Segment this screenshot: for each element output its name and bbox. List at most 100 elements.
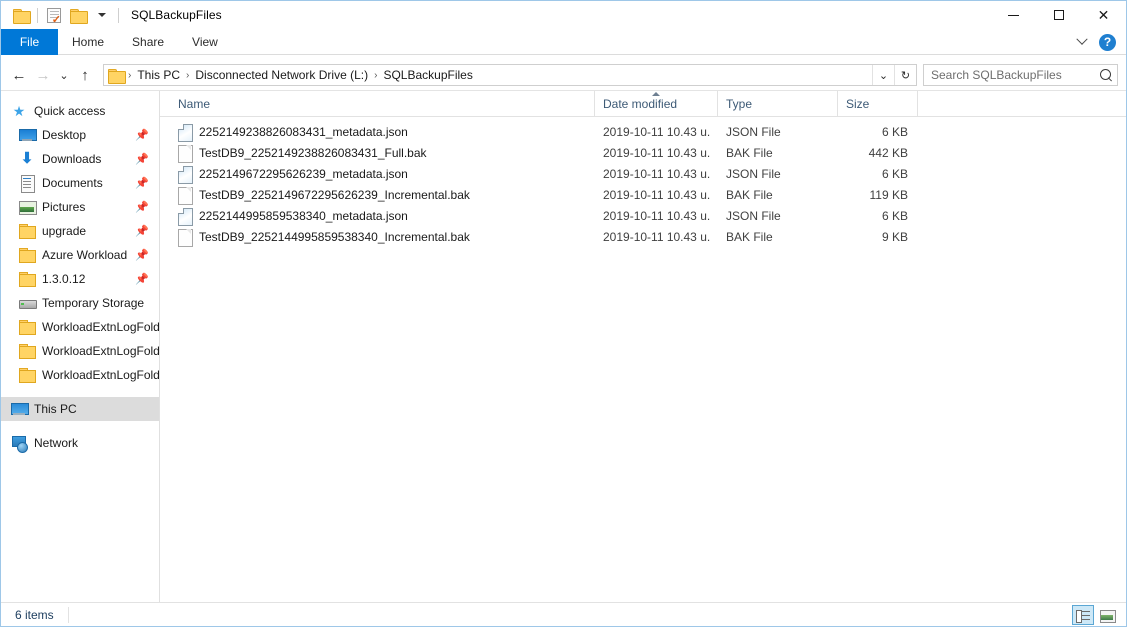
sidebar-item-azure-workload[interactable]: Azure Workload 📌 [1, 243, 159, 267]
sidebar-item-version[interactable]: 1.3.0.12 📌 [1, 267, 159, 291]
sidebar-item-workload-log-3[interactable]: WorkloadExtnLogFolder [1, 363, 159, 387]
maximize-button[interactable] [1036, 1, 1081, 29]
pin-icon[interactable]: 📌 [135, 129, 149, 142]
file-name: 2252149238826083431_metadata.json [199, 124, 408, 139]
sidebar-item-quick-access[interactable]: ★ Quick access [1, 99, 159, 123]
breadcrumb-separator-1[interactable]: › [184, 70, 191, 81]
star-icon: ★ [12, 103, 26, 119]
back-button[interactable]: ← [7, 63, 31, 87]
sidebar-label-temporary-storage: Temporary Storage [42, 296, 145, 310]
tab-home[interactable]: Home [58, 29, 118, 55]
sidebar-item-desktop[interactable]: Desktop 📌 [1, 123, 159, 147]
search-input[interactable] [931, 68, 1100, 82]
table-row[interactable]: 2252149672295626239_metadata.json 2019-1… [160, 163, 1126, 184]
details-view-button[interactable] [1072, 605, 1094, 625]
sidebar-label-version: 1.3.0.12 [42, 272, 86, 286]
sidebar-label-workload-log-3: WorkloadExtnLogFolder [42, 368, 159, 382]
address-dropdown-icon[interactable]: ⌄ [872, 65, 894, 85]
breadcrumb-separator-0: › [128, 69, 132, 81]
sidebar-label-upgrade: upgrade [42, 224, 87, 238]
up-button[interactable]: ↑ [73, 63, 97, 87]
sidebar-label-network: Network [34, 436, 79, 450]
table-row[interactable]: 2252149238826083431_metadata.json 2019-1… [160, 121, 1126, 142]
column-header-type[interactable]: Type [718, 90, 838, 117]
folder-icon[interactable] [9, 4, 33, 26]
cell-name: 2252144995859538340_metadata.json [160, 205, 595, 226]
chevron-down-icon[interactable] [1071, 31, 1093, 53]
table-row[interactable]: TestDB9_2252144995859538340_Incremental.… [160, 226, 1126, 247]
column-headers: Name Date modified Type Size [160, 90, 1126, 117]
table-row[interactable]: TestDB9_2252149238826083431_Full.bak 201… [160, 142, 1126, 163]
sidebar-item-workload-log-2[interactable]: WorkloadExtnLogFolder [1, 339, 159, 363]
pin-icon[interactable]: 📌 [135, 201, 149, 214]
title-bar: SQLBackupFiles ✕ [1, 1, 1126, 29]
cell-size: 6 KB [881, 208, 908, 223]
window-controls: ✕ [991, 1, 1126, 29]
sidebar-item-pictures[interactable]: Pictures 📌 [1, 195, 159, 219]
details-view-icon [1076, 609, 1090, 623]
tab-share[interactable]: Share [118, 29, 178, 55]
sidebar-label-this-pc: This PC [34, 402, 77, 416]
ribbon-tab-bar: File Home Share View ? [1, 29, 1126, 55]
file-name: TestDB9_2252149672295626239_Incremental.… [199, 187, 470, 202]
file-name: TestDB9_2252149238826083431_Full.bak [199, 145, 427, 160]
search-icon [1100, 68, 1113, 82]
sidebar-item-temporary-storage[interactable]: Temporary Storage [1, 291, 159, 315]
sidebar-label-workload-log-2: WorkloadExtnLogFolder [42, 344, 159, 358]
pin-icon[interactable]: 📌 [135, 177, 149, 190]
recent-locations-button[interactable]: ⌄ [55, 63, 73, 87]
properties-icon[interactable] [42, 4, 66, 26]
column-label-date-modified: Date modified [603, 96, 678, 111]
cell-name: TestDB9_2252149238826083431_Full.bak [160, 142, 595, 163]
breadcrumb-item-folder[interactable]: SQLBackupFiles [379, 65, 476, 85]
pc-icon [11, 401, 29, 417]
pin-icon[interactable]: 📌 [135, 153, 149, 166]
tab-file[interactable]: File [1, 29, 58, 55]
large-icons-view-button[interactable] [1096, 605, 1118, 625]
refresh-icon[interactable]: ↻ [894, 65, 916, 85]
sidebar-item-this-pc[interactable]: This PC [1, 397, 159, 421]
column-header-size[interactable]: Size [838, 90, 918, 117]
cell-date-modified: 2019-10-11 10.43 u. [603, 145, 711, 160]
explorer-body: ★ Quick access Desktop 📌 ⬇ Downloads 📌 D… [1, 90, 1126, 602]
breadcrumb-separator-2[interactable]: › [372, 70, 379, 81]
column-header-date-modified[interactable]: Date modified [595, 90, 718, 117]
tab-view[interactable]: View [178, 29, 232, 55]
pin-icon[interactable]: 📌 [135, 273, 149, 286]
sidebar-item-upgrade[interactable]: upgrade 📌 [1, 219, 159, 243]
pin-icon[interactable]: 📌 [135, 249, 149, 262]
table-row[interactable]: TestDB9_2252149672295626239_Incremental.… [160, 184, 1126, 205]
json-file-icon [178, 123, 193, 142]
new-folder-icon[interactable] [66, 4, 90, 26]
address-bar: ← → ⌄ ↑ › This PC › Disconnected Network… [1, 60, 1126, 90]
window-title: SQLBackupFiles [131, 8, 222, 22]
breadcrumb-item-drive[interactable]: Disconnected Network Drive (L:) [191, 65, 372, 85]
pictures-icon [19, 199, 37, 215]
folder-icon [19, 343, 36, 359]
column-header-name[interactable]: Name [160, 90, 595, 117]
close-button[interactable]: ✕ [1081, 1, 1126, 29]
customize-chevron-icon[interactable] [90, 4, 114, 26]
search-box[interactable] [923, 64, 1118, 86]
cell-type: JSON File [726, 124, 781, 139]
table-row[interactable]: 2252144995859538340_metadata.json 2019-1… [160, 205, 1126, 226]
folder-icon [19, 247, 36, 263]
breadcrumb-item-this-pc[interactable]: This PC [133, 65, 184, 85]
help-button[interactable]: ? [1099, 33, 1116, 51]
bak-file-icon [178, 228, 193, 247]
folder-icon [19, 367, 36, 383]
desktop-icon [19, 127, 37, 143]
cell-type: BAK File [726, 187, 773, 202]
folder-icon [19, 271, 36, 287]
breadcrumb[interactable]: › This PC › Disconnected Network Drive (… [103, 64, 917, 86]
sidebar-item-workload-log-1[interactable]: WorkloadExtnLogFolder [1, 315, 159, 339]
ribbon-right-controls: ? [1071, 29, 1122, 55]
sidebar-item-network[interactable]: Network [1, 431, 159, 455]
pin-icon[interactable]: 📌 [135, 225, 149, 238]
minimize-button[interactable] [991, 1, 1036, 29]
sidebar-item-documents[interactable]: Documents 📌 [1, 171, 159, 195]
forward-button[interactable]: → [31, 63, 55, 87]
sidebar-item-downloads[interactable]: ⬇ Downloads 📌 [1, 147, 159, 171]
